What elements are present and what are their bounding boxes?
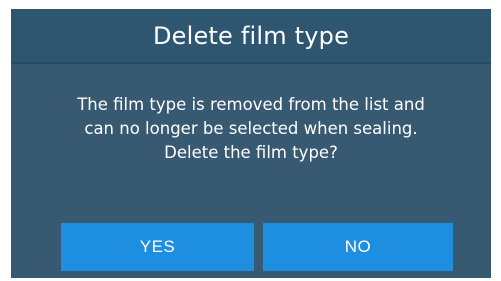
delete-film-type-dialog: Delete film type The film type is remove… [11,9,491,278]
dialog-title: Delete film type [152,21,350,50]
message-line-2: can no longer be selected when sealing. [84,119,418,138]
dialog-message: The film type is removed from the list a… [11,93,491,165]
no-button[interactable]: NO [263,223,453,271]
yes-button[interactable]: YES [61,223,254,271]
dialog-title-bar: Delete film type [11,9,491,64]
message-line-3: Delete the film type? [164,143,338,162]
message-line-1: The film type is removed from the list a… [77,95,425,114]
